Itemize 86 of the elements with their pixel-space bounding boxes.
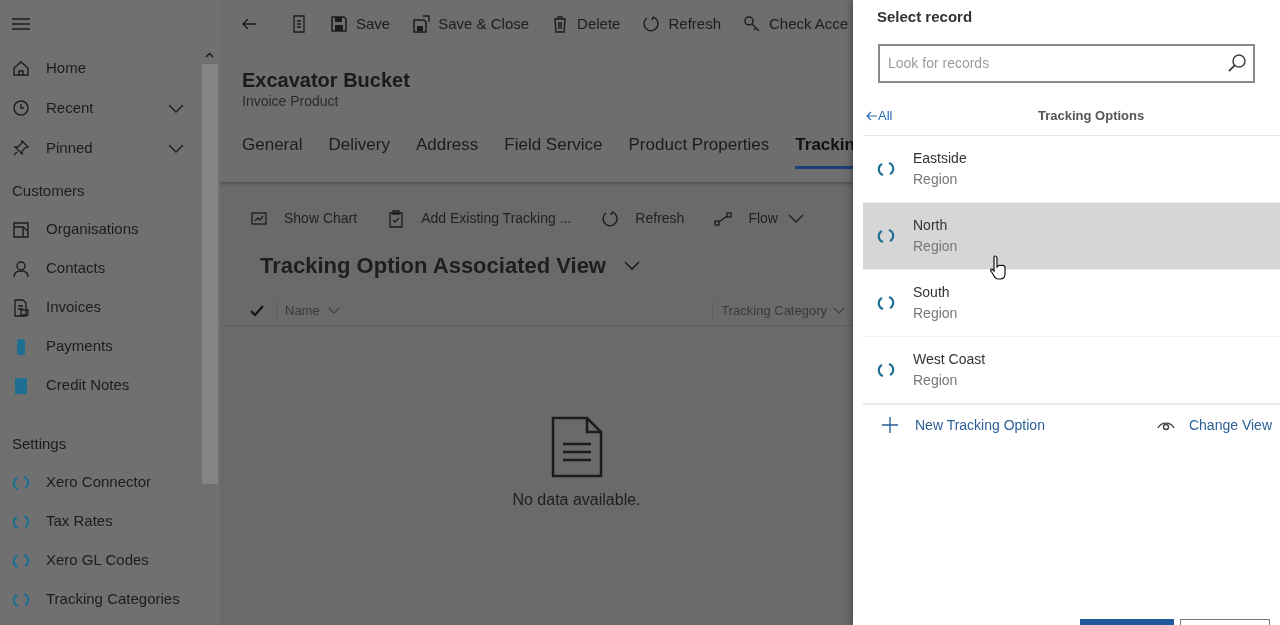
invoice-icon <box>12 298 30 317</box>
scroll-up-icon[interactable] <box>205 52 214 58</box>
nav-item[interactable]: Xero Connector <box>46 471 152 494</box>
empty-message: No data available. <box>512 490 641 510</box>
home-icon <box>12 59 30 77</box>
chevron-down-icon[interactable] <box>624 260 640 271</box>
record-title: Excavator Bucket <box>242 68 411 92</box>
group-heading: Customers <box>12 180 85 201</box>
nav-item[interactable]: Pinned <box>46 136 93 160</box>
sync-icon <box>12 473 30 492</box>
new-record-button[interactable]: New Tracking Option <box>881 414 1045 436</box>
tab[interactable]: Product Properties <box>628 132 770 169</box>
record-row[interactable]: West Coast Region <box>863 336 1280 404</box>
change-view-button[interactable]: Change View <box>1156 414 1272 436</box>
chart-icon <box>250 209 268 228</box>
sync-icon <box>877 293 895 312</box>
chevron-down-icon <box>833 306 845 315</box>
record-name: South <box>913 282 951 302</box>
sync-icon <box>877 360 895 379</box>
toolbar-button[interactable]: Flow <box>714 208 804 229</box>
flow-icon <box>714 209 733 228</box>
chevron-down-icon[interactable] <box>168 143 184 153</box>
nav-item[interactable]: Home <box>46 56 86 80</box>
chevron-down-icon <box>327 306 340 315</box>
panel-title: Select record <box>876 7 974 27</box>
record-type: Region <box>913 303 958 323</box>
eye-icon <box>1156 419 1175 431</box>
nav-item[interactable]: Invoices <box>46 296 102 319</box>
nav-item[interactable]: Payments <box>46 335 113 358</box>
back-link[interactable]: All <box>866 105 893 126</box>
sync-icon <box>12 512 30 531</box>
save-icon <box>330 15 348 33</box>
sync-icon <box>12 590 30 609</box>
toolbar-button[interactable]: Save <box>322 6 399 42</box>
tab[interactable]: Delivery <box>328 132 390 169</box>
building-icon <box>12 220 30 239</box>
sync-icon <box>12 551 30 570</box>
nav-item[interactable]: Credit Notes <box>46 374 130 397</box>
record-row[interactable]: North Region <box>863 202 1280 270</box>
search-icon[interactable] <box>1227 52 1247 73</box>
person-icon <box>12 259 30 278</box>
pointer-cursor-icon <box>990 254 1008 280</box>
record-type: Region <box>913 169 959 189</box>
record-name: West Coast <box>913 349 986 369</box>
record-name: Eastside <box>913 148 967 168</box>
sync-icon <box>877 226 895 245</box>
group-heading: Settings <box>12 433 67 454</box>
tab[interactable]: General <box>242 132 303 169</box>
plus-icon <box>881 416 899 434</box>
list-title: Tracking Options <box>1038 106 1145 125</box>
save-close-icon <box>412 15 431 33</box>
key-icon <box>743 15 761 33</box>
tab[interactable]: Address <box>415 132 479 169</box>
form-icon[interactable] <box>290 15 308 33</box>
document-icon <box>550 416 603 478</box>
search-field[interactable]: Look for records <box>878 43 1255 83</box>
note-icon <box>12 376 30 395</box>
sync-icon <box>877 159 895 178</box>
nav-item[interactable]: Xero GL Codes <box>46 549 149 572</box>
toolbar-button[interactable]: Show Chart <box>250 208 358 229</box>
toolbar-button[interactable]: Save & Close <box>404 6 538 42</box>
toolbar-button[interactable]: Add Existing Tracking ... <box>387 208 572 229</box>
chevron-down-icon[interactable] <box>168 103 184 113</box>
tab[interactable]: Field Service <box>504 132 603 169</box>
nav-item[interactable]: Organisations <box>46 218 139 241</box>
clock-icon <box>12 99 30 117</box>
nav-item[interactable]: Tracking Categories <box>46 588 180 611</box>
record-type: Region <box>913 236 958 256</box>
check-icon[interactable] <box>250 304 264 317</box>
refresh-icon <box>642 15 661 33</box>
toolbar-button[interactable]: Refresh <box>601 208 685 229</box>
nav-item[interactable]: Contacts <box>46 257 106 280</box>
back-arrow-icon <box>866 110 878 121</box>
refresh-icon <box>601 209 620 228</box>
record-subtitle: Invoice Product <box>242 92 340 110</box>
nav-item[interactable]: Recent <box>46 96 94 120</box>
menu-icon[interactable] <box>11 16 31 32</box>
toolbar-button[interactable]: Refresh <box>634 6 729 42</box>
record-type: Region <box>913 370 959 390</box>
view-title: Tracking Option Associated View <box>260 252 606 280</box>
nav-item[interactable]: Tax Rates <box>46 510 113 533</box>
record-row[interactable]: Eastside Region <box>863 135 1280 203</box>
pin-icon <box>12 139 30 157</box>
clipboard-icon <box>387 209 406 228</box>
record-name: North <box>913 215 949 235</box>
toolbar-button[interactable]: Delete <box>543 6 629 42</box>
